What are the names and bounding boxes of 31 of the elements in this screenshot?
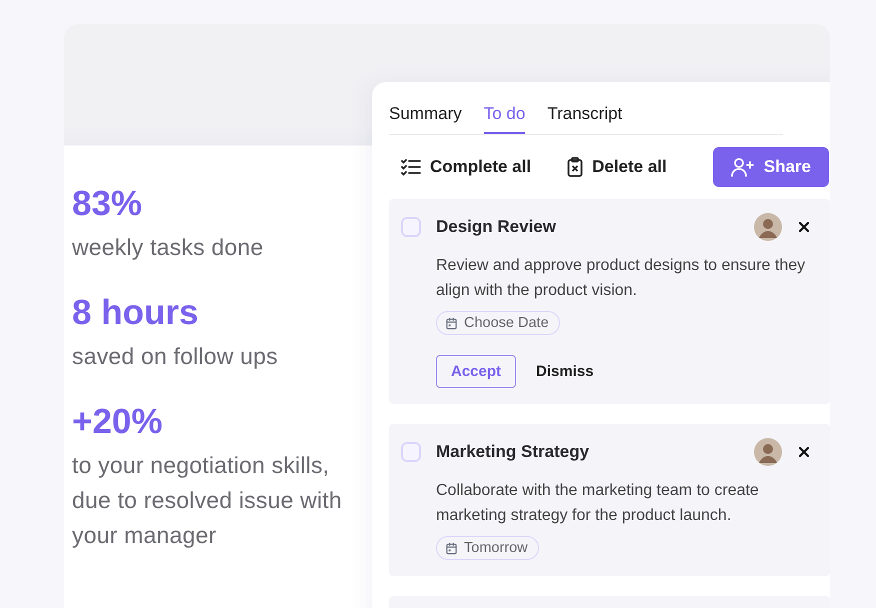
- dismiss-button[interactable]: Dismiss: [536, 363, 594, 380]
- clipboard-x-icon: [567, 157, 584, 177]
- calendar-icon: [445, 316, 458, 330]
- stat-label: to your negotiation skills, due to resolved issue with your manager: [72, 451, 343, 550]
- tab[interactable]: Summary: [389, 104, 462, 134]
- checklist-icon: [401, 158, 421, 176]
- date-chip[interactable]: Choose Date: [436, 311, 560, 335]
- date-chip[interactable]: Tomorrow: [436, 536, 539, 560]
- tab[interactable]: Transcript: [547, 104, 622, 134]
- close-icon[interactable]: [798, 221, 810, 233]
- stat-value: 83%: [72, 184, 144, 224]
- stat-value: +20%: [72, 402, 164, 442]
- complete-all-button[interactable]: Complete all: [401, 149, 532, 185]
- task-description: Collaborate with the marketing team to create marketing strategy for the product launch.: [436, 481, 760, 526]
- avatar-icon: [754, 213, 782, 241]
- avatar-icon: [754, 438, 782, 466]
- user-plus-icon: [730, 157, 755, 177]
- stat-label: weekly tasks done: [72, 233, 264, 262]
- tab[interactable]: To do: [484, 104, 526, 134]
- close-icon[interactable]: [798, 446, 810, 458]
- task-title: Marketing Strategy: [436, 442, 590, 462]
- task-description: Review and approve product designs to ensure they align with the product vision.: [436, 256, 806, 301]
- checkbox[interactable]: [401, 217, 421, 237]
- share-button[interactable]: Share: [712, 147, 829, 187]
- stat-value: 8 hours: [72, 293, 200, 333]
- delete-all-button[interactable]: Delete all: [567, 149, 667, 185]
- calendar-icon: [445, 542, 458, 554]
- stat-label: saved on follow ups: [72, 342, 279, 371]
- checkbox[interactable]: [401, 442, 421, 462]
- accept-button[interactable]: Accept: [436, 355, 516, 388]
- task-title: Design Review: [436, 217, 557, 237]
